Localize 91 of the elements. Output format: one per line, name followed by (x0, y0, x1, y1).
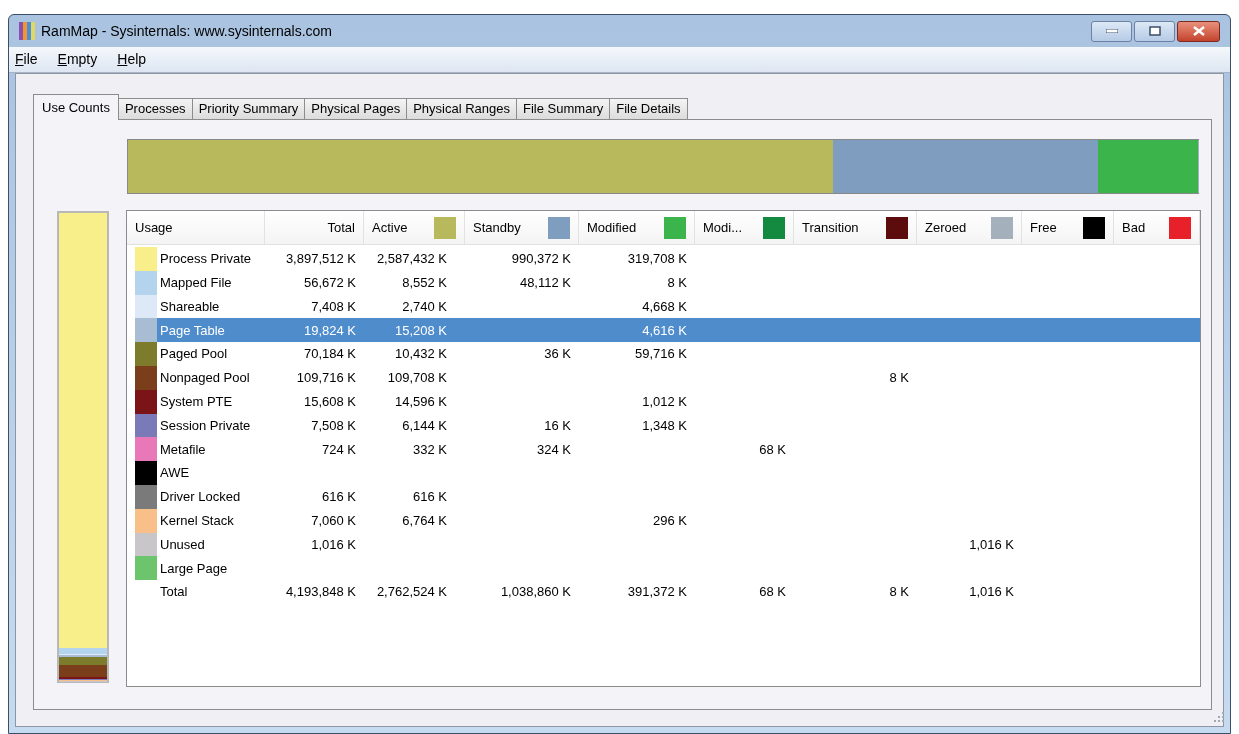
table-cell: 14,596 K (394, 393, 447, 409)
table-cell: 324 K (537, 441, 571, 457)
tab[interactable]: Priority Summary (191, 98, 306, 120)
usage-label: Paged Pool (160, 345, 228, 364)
close-button[interactable] (1177, 20, 1220, 42)
table-cell: 1,016 K (969, 536, 1014, 552)
usage-label: Driver Locked (160, 488, 241, 507)
table-cell: 296 K (653, 512, 687, 528)
minimize-icon (1105, 29, 1118, 33)
table-cell: 4,616 K (642, 322, 687, 338)
column-header[interactable]: Usage (127, 211, 265, 244)
usage-label: Kernel Stack (160, 511, 234, 530)
tab[interactable]: File Summary (516, 98, 611, 120)
menu-item[interactable]: Help (115, 49, 149, 70)
resize-grip-icon (1214, 712, 1224, 722)
column-header[interactable]: Modi... (703, 217, 742, 238)
table-cell: 19,824 K (303, 322, 356, 338)
usage-label: Session Private (160, 416, 251, 435)
usage-label: System PTE (160, 392, 233, 411)
column-header[interactable]: Standby (473, 217, 521, 238)
usage-label: Mapped File (160, 273, 232, 292)
table-cell: 15,208 K (394, 322, 447, 338)
usage-label: Total (160, 583, 188, 602)
app-icon (19, 22, 35, 40)
table-cell: 4,193,848 K (285, 584, 356, 600)
table-cell: 6,144 K (402, 417, 447, 433)
column-header[interactable]: Transition (802, 217, 859, 238)
table-cell: 15,608 K (303, 393, 356, 409)
table-cell: 7,508 K (311, 417, 356, 433)
minimize-button[interactable] (1091, 20, 1132, 42)
column-header[interactable]: Zeroed (925, 217, 967, 238)
column-header[interactable]: Bad (1122, 217, 1146, 238)
maximize-icon (1148, 26, 1161, 36)
table-cell: 70,184 K (303, 346, 356, 362)
window-title: RamMap - Sysinternals: www.sysinternals.com (41, 21, 332, 41)
usage-label: Nonpaged Pool (160, 369, 250, 388)
table-cell: 2,762,524 K (376, 584, 447, 600)
table-cell: 59,716 K (634, 346, 687, 362)
close-icon (1192, 26, 1205, 36)
selected-row-highlight[interactable]: Page Table 19,824 K 15,208 K 4,616 K (135, 318, 1200, 343)
table-cell: 109,716 K (296, 370, 356, 386)
table-cell: 109,708 K (387, 370, 447, 386)
usage-label: Unused (160, 535, 205, 554)
tab[interactable]: Physical Pages (304, 98, 408, 120)
maximize-button[interactable] (1134, 20, 1175, 42)
table-cell: 1,012 K (642, 393, 687, 409)
table-cell: 68 K (759, 441, 786, 457)
table-cell: 7,408 K (311, 298, 356, 314)
usage-label: Metafile (160, 440, 206, 459)
column-header[interactable]: Free (1030, 217, 1057, 238)
table-cell: 6,764 K (402, 512, 447, 528)
table-cell: 68 K (759, 584, 786, 600)
table-cell: 616 K (322, 489, 356, 505)
table-cell: 8 K (667, 274, 687, 290)
table-cell: 616 K (413, 489, 447, 505)
table-cell: 990,372 K (511, 251, 571, 267)
table-cell: 7,060 K (311, 512, 356, 528)
table-cell: 2,587,432 K (376, 251, 447, 267)
table-cell: 8,552 K (402, 274, 447, 290)
table-cell: 319,708 K (627, 251, 687, 267)
table-cell: 8 K (889, 370, 909, 386)
column-header[interactable]: Active (372, 217, 408, 238)
tab[interactable]: File Details (609, 98, 688, 120)
tab[interactable]: Use Counts (33, 94, 119, 120)
table-cell: 391,372 K (627, 584, 687, 600)
usage-label: Page Table (160, 321, 225, 340)
table-cell: 332 K (413, 441, 447, 457)
usage-label: AWE (160, 464, 190, 483)
table-cell: 1,348 K (642, 417, 687, 433)
table-cell: 36 K (544, 346, 571, 362)
table-cell: 8 K (889, 584, 909, 600)
table-cell: 1,016 K (969, 584, 1014, 600)
tab[interactable]: Processes (117, 98, 193, 120)
table-cell: 48,112 K (519, 274, 571, 290)
table-cell: 1,016 K (311, 536, 356, 552)
usage-label: Large Page (160, 559, 228, 578)
menu-item[interactable]: Empty (55, 49, 100, 70)
table-cell: 3,897,512 K (285, 251, 356, 267)
table-cell: 56,672 K (303, 274, 356, 290)
tab[interactable]: Physical Ranges (406, 98, 518, 120)
column-header[interactable]: Total (265, 211, 364, 244)
usage-label: Process Private (160, 250, 252, 269)
menu-item[interactable]: File (13, 49, 40, 70)
table-cell: 16 K (544, 417, 571, 433)
usage-label: Shareable (160, 297, 220, 316)
table-cell: 2,740 K (402, 298, 447, 314)
table-cell: 1,038,860 K (500, 584, 571, 600)
column-header[interactable]: Modified (587, 217, 637, 238)
table-cell: 10,432 K (394, 346, 447, 362)
table-cell: 4,668 K (642, 298, 687, 314)
table-cell: 724 K (322, 441, 356, 457)
